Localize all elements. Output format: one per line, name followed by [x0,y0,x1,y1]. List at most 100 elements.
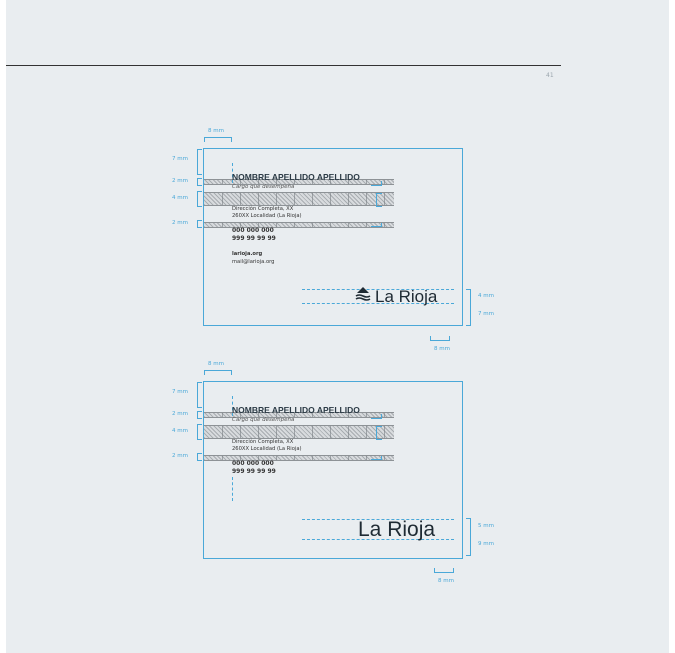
manual-page: 41 NOMBRE APELLIDO APELLIDO Cargo que de… [6,0,669,653]
band-grid-line [240,193,241,205]
band-grid-line [348,456,349,460]
band-grid-line [384,193,385,205]
dim-bracket [197,424,202,440]
dim-bracket [197,220,202,228]
dim-label-top-margin: 7 mm [172,156,188,162]
card-role: Cargo que desempeña [232,417,295,423]
card-phone-1: 000 000 000 [232,227,274,234]
dim-label-band-b: 4 mm [172,195,188,201]
band-grid-line [258,426,259,438]
guide-mark [371,456,382,460]
card-website: larioja.org [232,251,263,257]
band-grid-line [312,193,313,205]
band-grid-line [366,456,367,460]
dim-label-band-c: 2 mm [172,453,188,459]
card-address-line-2: 260XX Localidad (La Rioja) [232,213,302,219]
dim-label-left-margin: 8 mm [208,361,224,367]
band-grid-line [222,223,223,227]
band-grid-line [330,456,331,460]
dim-label-left-margin: 8 mm [208,128,224,134]
card-role: Cargo que desempeña [232,184,295,190]
band-grid-line [366,193,367,205]
guide-band-b [204,192,394,206]
dim-label-band-a: 2 mm [172,178,188,184]
band-grid-line [258,193,259,205]
band-grid-line [348,223,349,227]
guide-band-b [204,425,394,439]
band-grid-line [330,223,331,227]
card-phone-1: 000 000 000 [232,460,274,467]
guide-dashed-line [232,477,233,501]
band-grid-line [222,193,223,205]
band-grid-line [384,426,385,438]
band-grid-line [384,223,385,227]
page-number: 41 [546,72,554,79]
band-grid-line [312,426,313,438]
dim-bracket [197,411,202,419]
guide-mark [371,414,382,419]
band-grid-line [222,180,223,184]
crown-wave-icon [355,287,371,301]
dim-bracket [204,137,232,142]
dim-bracket [197,191,202,207]
guide-mark [376,193,382,207]
dim-label-band-b: 4 mm [172,428,188,434]
band-grid-line [348,193,349,205]
dim-bracket [197,178,202,186]
card-name: NOMBRE APELLIDO APELLIDO [232,405,360,415]
business-card-2: NOMBRE APELLIDO APELLIDO Cargo que desem… [203,381,463,559]
band-grid-line [294,426,295,438]
guide-mark [371,181,382,186]
dim-label-band-c: 2 mm [172,220,188,226]
band-grid-line [330,193,331,205]
band-grid-line [240,426,241,438]
dim-label-logo-height: 4 mm [478,293,494,299]
guide-mark [371,223,382,227]
dim-bracket [197,382,202,408]
band-grid-line [294,193,295,205]
dim-label-logo-bottom: 9 mm [478,541,494,547]
band-grid-line [276,456,277,460]
dim-bracket [466,289,471,326]
band-grid-line [384,456,385,460]
dim-bracket [430,336,450,341]
band-grid-line [366,223,367,227]
band-grid-line [276,223,277,227]
dim-bracket [197,453,202,461]
dim-label-logo-height: 5 mm [478,523,494,529]
band-grid-line [384,413,385,417]
band-grid-line [294,223,295,227]
dim-label-band-a: 2 mm [172,411,188,417]
card-address-line-1: Dirección Completa, XX [232,206,294,212]
business-card-1: NOMBRE APELLIDO APELLIDO Cargo que desem… [203,148,463,326]
band-grid-line [330,426,331,438]
band-grid-line [276,193,277,205]
card-address-line-1: Dirección Completa, XX [232,439,294,445]
logo-text: La Rioja [358,518,436,541]
card-name: NOMBRE APELLIDO APELLIDO [232,172,360,182]
dim-label-right-margin: 8 mm [434,346,450,352]
dim-bracket [204,370,232,375]
band-grid-line [366,180,367,184]
dim-label-right-margin: 8 mm [438,578,454,584]
band-grid-line [222,426,223,438]
logo-text: La Rioja [375,287,438,306]
dim-label-top-margin: 7 mm [172,389,188,395]
band-grid-line [348,426,349,438]
header-rule [6,65,561,66]
band-grid-line [294,456,295,460]
dim-label-logo-bottom: 7 mm [478,311,494,317]
card-email: mail@larioja.org [232,259,275,265]
guide-mark [376,426,382,440]
card-address-line-2: 260XX Localidad (La Rioja) [232,446,302,452]
band-grid-line [366,413,367,417]
band-grid-line [384,180,385,184]
band-grid-line [366,426,367,438]
band-grid-line [312,223,313,227]
band-grid-line [312,456,313,460]
dim-bracket [466,518,471,556]
band-grid-line [222,456,223,460]
band-grid-line [222,413,223,417]
card-phone-2: 999 99 99 99 [232,468,276,475]
dim-bracket [434,568,454,573]
